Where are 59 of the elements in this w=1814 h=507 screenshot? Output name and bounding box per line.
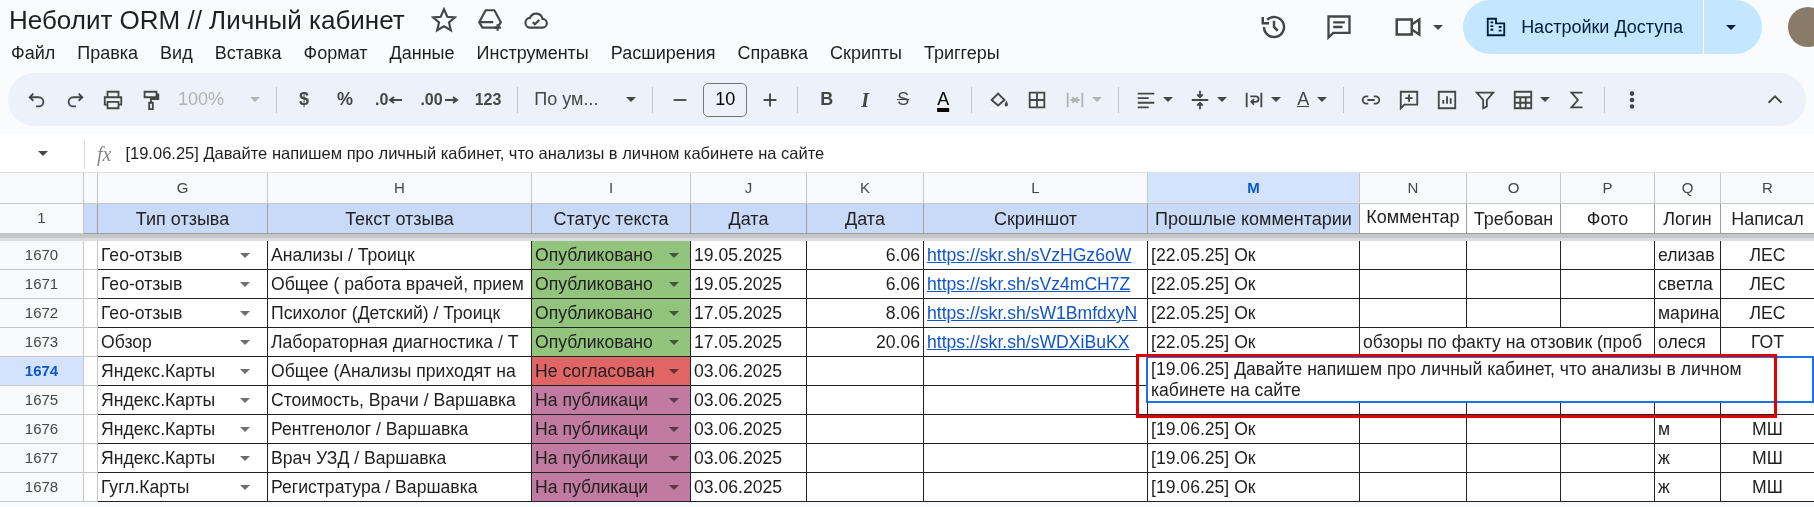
header-cell: Дата bbox=[691, 204, 807, 234]
table-cell-text: 19.05.2025 bbox=[694, 272, 783, 296]
table-cell-text: 6.06 bbox=[885, 243, 920, 267]
table-cell-text: ГОТ bbox=[1751, 330, 1784, 354]
table-cell-text: ЛЕС bbox=[1749, 272, 1786, 296]
table-cell-text: ж bbox=[1658, 475, 1670, 499]
table-cell-text: [19.06.25] Ок bbox=[1151, 475, 1256, 499]
table-cell-text: марина bbox=[1658, 301, 1719, 325]
table-cell-text: [22.05.25] Ок bbox=[1151, 330, 1256, 354]
header-cell: Написал bbox=[1721, 204, 1814, 234]
header-cell: Комментар bbox=[1360, 204, 1467, 234]
table-cell-text: 6.06 bbox=[885, 272, 920, 296]
table-cell-text: Стоимость, Врачи / Варшавка bbox=[271, 388, 516, 412]
table-cell-text: Психолог (Детский) / Троицк bbox=[271, 301, 501, 325]
header-cell: Статус текста bbox=[532, 204, 691, 234]
table-cell-text: обзоры по факту на отзовик (проб bbox=[1363, 330, 1643, 354]
table-cell-text: Врач УЗД / Варшавка bbox=[271, 446, 447, 470]
table-cell-text: [19.06.25] Ок bbox=[1151, 417, 1256, 441]
table-cell-text: Лабораторная диагностика / Т bbox=[271, 330, 519, 354]
header-cell: Прошлые комментарии bbox=[1148, 204, 1360, 234]
header-cell: Требован bbox=[1467, 204, 1561, 234]
table-cell-text: 03.06.2025 bbox=[694, 417, 783, 441]
header-cell: Дата bbox=[807, 204, 924, 234]
table-cell-text: елизав bbox=[1658, 243, 1715, 267]
document-title: Неболит ORM // Личный кабинет bbox=[9, 3, 405, 37]
header-cell: Логин bbox=[1655, 204, 1721, 234]
table-cell-text: 19.05.2025 bbox=[694, 243, 783, 267]
table-cell-text: [22.05.25] Ок bbox=[1151, 272, 1256, 296]
table-cell-text: ЛЕС bbox=[1749, 301, 1786, 325]
table-cell-text: МШ bbox=[1752, 475, 1783, 499]
header-cell: Скриншот bbox=[924, 204, 1148, 234]
table-cell-text: Анализы / Троицк bbox=[271, 243, 415, 267]
table-cell-text: ж bbox=[1658, 446, 1670, 470]
table-cell-text: Общее ( работа врачей, прием bbox=[271, 272, 524, 296]
table-cell-text: светла bbox=[1658, 272, 1713, 296]
table-cell-text: ЛЕС bbox=[1749, 243, 1786, 267]
table-cell-text: [22.05.25] Ок bbox=[1151, 301, 1256, 325]
header-cell: Тип отзыва bbox=[98, 204, 268, 234]
table-cell-text: 20.06 bbox=[875, 330, 920, 354]
header-cell: Текст отзыва bbox=[268, 204, 532, 234]
table-cell-text: МШ bbox=[1752, 446, 1783, 470]
table-cell-text: 03.06.2025 bbox=[694, 475, 783, 499]
fx-label: fx bbox=[84, 138, 112, 169]
table-cell-text: 03.06.2025 bbox=[694, 359, 783, 383]
table-cell-text: Регистратура / Варшавка bbox=[271, 475, 478, 499]
table-cell-text: Рентгенолог / Варшавка bbox=[271, 417, 469, 441]
table-cell-text: Общее (Анализы приходят на bbox=[271, 359, 516, 383]
table-cell-text: 8.06 bbox=[885, 301, 920, 325]
table-cell-text: 17.05.2025 bbox=[694, 330, 783, 354]
table-cell-text: 03.06.2025 bbox=[694, 446, 783, 470]
table-cell-text: олеся bbox=[1658, 330, 1706, 354]
table-cell-text: 03.06.2025 bbox=[694, 388, 783, 412]
table-cell-text: [19.06.25] Ок bbox=[1151, 446, 1256, 470]
table-cell-text: 17.05.2025 bbox=[694, 301, 783, 325]
table-cell-text: [22.05.25] Ок bbox=[1151, 243, 1256, 267]
header-cell: Фото bbox=[1561, 204, 1655, 234]
table-cell-text: м bbox=[1658, 417, 1671, 441]
row-number: 1 bbox=[0, 204, 84, 234]
table-cell-text: МШ bbox=[1752, 417, 1783, 441]
